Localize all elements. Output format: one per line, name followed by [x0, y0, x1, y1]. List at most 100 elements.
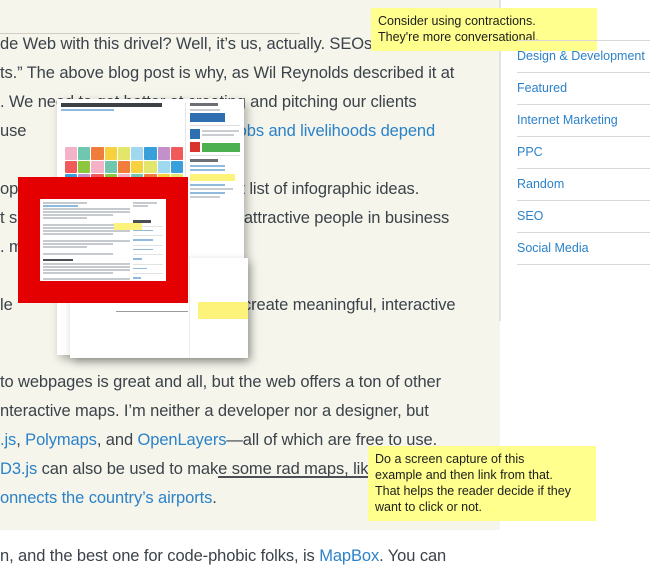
- mini-line: [43, 269, 130, 271]
- sidebar-item-social-media[interactable]: Social Media: [517, 233, 650, 265]
- article-link-d3js[interactable]: D3.js: [0, 460, 37, 478]
- mini-line: [43, 208, 130, 210]
- mini-category: [133, 239, 153, 241]
- thumbnail-subhead: [61, 109, 115, 111]
- thumbnail-link: [190, 184, 225, 186]
- mini-line: [43, 217, 87, 219]
- mini-line: [43, 243, 113, 245]
- article-text: nteractive maps. I’m neither a developer…: [0, 402, 429, 420]
- mini-link: [43, 205, 78, 207]
- mini-rule: [133, 292, 163, 293]
- annotated-page-thumbnail-red-outline[interactable]: [18, 177, 188, 303]
- mini-category: [133, 277, 142, 279]
- thumbnail-link: [190, 169, 225, 171]
- thumbnail-avatar: [190, 142, 200, 152]
- thumbnail-sidebar-title: [190, 103, 218, 106]
- article-link-airports[interactable]: onnects the country’s airports: [0, 489, 212, 507]
- mini-category: [133, 258, 142, 260]
- monster-avatar-cell: [157, 147, 170, 160]
- mini-line: [43, 202, 87, 204]
- mini-line: [43, 284, 87, 286]
- mini-category: [133, 248, 153, 250]
- article-link-dotjs[interactable]: .js: [0, 431, 16, 449]
- monster-avatar-cell: [65, 147, 78, 160]
- thumbnail-line: [190, 196, 220, 198]
- mini-article-column: [43, 202, 130, 280]
- article-text: to webpages is great and all, but the we…: [0, 373, 442, 391]
- mini-line: [133, 202, 157, 204]
- mini-line: [43, 233, 113, 235]
- thumbnail-column-divider: [189, 258, 190, 358]
- monster-avatar-cell: [144, 147, 157, 160]
- article-line: to webpages is great and all, but the we…: [0, 368, 500, 397]
- mini-line: [43, 246, 87, 248]
- thumbnail-link: [190, 165, 225, 167]
- thumbnail-avatar: [190, 129, 200, 139]
- thumbnail-rule: [190, 155, 240, 156]
- monster-avatar-cell: [91, 160, 104, 174]
- note-line: example and then link from that.: [375, 468, 553, 482]
- article-line: nteractive maps. I’m neither a developer…: [0, 397, 500, 426]
- article-link-mapbox[interactable]: MapBox: [319, 547, 379, 565]
- sidebar-item-featured[interactable]: Featured: [517, 73, 650, 105]
- sidebar-item-seo[interactable]: SEO: [517, 201, 650, 233]
- mini-rule: [133, 263, 163, 265]
- thumbnail-rule: [116, 311, 188, 312]
- mini-category: [133, 287, 150, 289]
- note-line: Consider using contractions.: [378, 14, 536, 28]
- thumbnail-link: [190, 192, 225, 194]
- monster-avatar-cell: [131, 160, 144, 174]
- note-line: Do a screen capture of this: [375, 452, 525, 466]
- article-link-polymaps[interactable]: Polymaps: [25, 431, 97, 449]
- sidebar-item-design-development[interactable]: Design & Development: [517, 40, 650, 73]
- mini-line: [43, 211, 130, 213]
- category-list: Design & Development Featured Internet M…: [517, 40, 650, 265]
- mini-line: [133, 205, 148, 207]
- annotation-note-screen-capture[interactable]: Do a screen capture of this example and …: [368, 446, 596, 521]
- monster-avatar-cell: [117, 160, 131, 174]
- sidebar-item-random[interactable]: Random: [517, 169, 650, 201]
- article-link-openlayers[interactable]: OpenLayers: [138, 431, 227, 449]
- article-text: , and: [96, 431, 138, 449]
- monster-avatar-cell: [117, 147, 131, 160]
- thumbnail-cta-blue: [190, 113, 225, 122]
- mini-rule: [133, 244, 163, 246]
- mini-line: [43, 263, 130, 265]
- mini-line: [43, 253, 113, 255]
- monster-avatar-cell: [78, 147, 91, 160]
- monster-avatar-cell: [104, 160, 117, 174]
- article-line: ts.” The above blog post is why, as Wil …: [0, 59, 500, 88]
- monster-avatar-cell: [170, 160, 183, 174]
- article-text: .: [212, 489, 217, 507]
- article-line: n, and the best one for code-phobic folk…: [0, 542, 500, 571]
- mini-line: [43, 240, 130, 242]
- article-text: ,: [16, 431, 26, 449]
- thumbnail-line: [202, 134, 235, 136]
- mini-heading: [43, 258, 74, 261]
- sidebar-item-ppc[interactable]: PPC: [517, 137, 650, 169]
- mini-sticky-note: [114, 223, 142, 230]
- monster-avatar-cell: [131, 147, 144, 160]
- thumbnail-headline: [61, 103, 163, 107]
- thumbnail-note-highlight: [190, 174, 235, 181]
- inline-horizontal-rule: [218, 476, 378, 478]
- sidebar-item-internet-marketing[interactable]: Internet Marketing: [517, 105, 650, 137]
- mini-rule: [133, 273, 163, 274]
- mini-line: [43, 230, 130, 232]
- mini-rule: [133, 283, 163, 284]
- mini-line: [43, 281, 113, 283]
- monster-avatar-cell: [65, 160, 78, 174]
- article-text: op: [0, 180, 19, 198]
- mini-rule: [133, 254, 163, 255]
- thumbnail-cta-green: [202, 142, 240, 152]
- mini-category: [133, 267, 147, 269]
- mini-line: [43, 278, 130, 280]
- monster-avatar-cell: [170, 147, 183, 160]
- thumbnail-rule: [190, 125, 240, 126]
- monster-avatar-cell: [78, 160, 91, 174]
- thumbnail-line: [202, 130, 240, 132]
- monster-avatar-cell: [157, 160, 170, 174]
- mini-sidebar-column: [133, 202, 163, 279]
- article-text: t s: [0, 209, 18, 227]
- note-line: want to click or not.: [375, 500, 482, 514]
